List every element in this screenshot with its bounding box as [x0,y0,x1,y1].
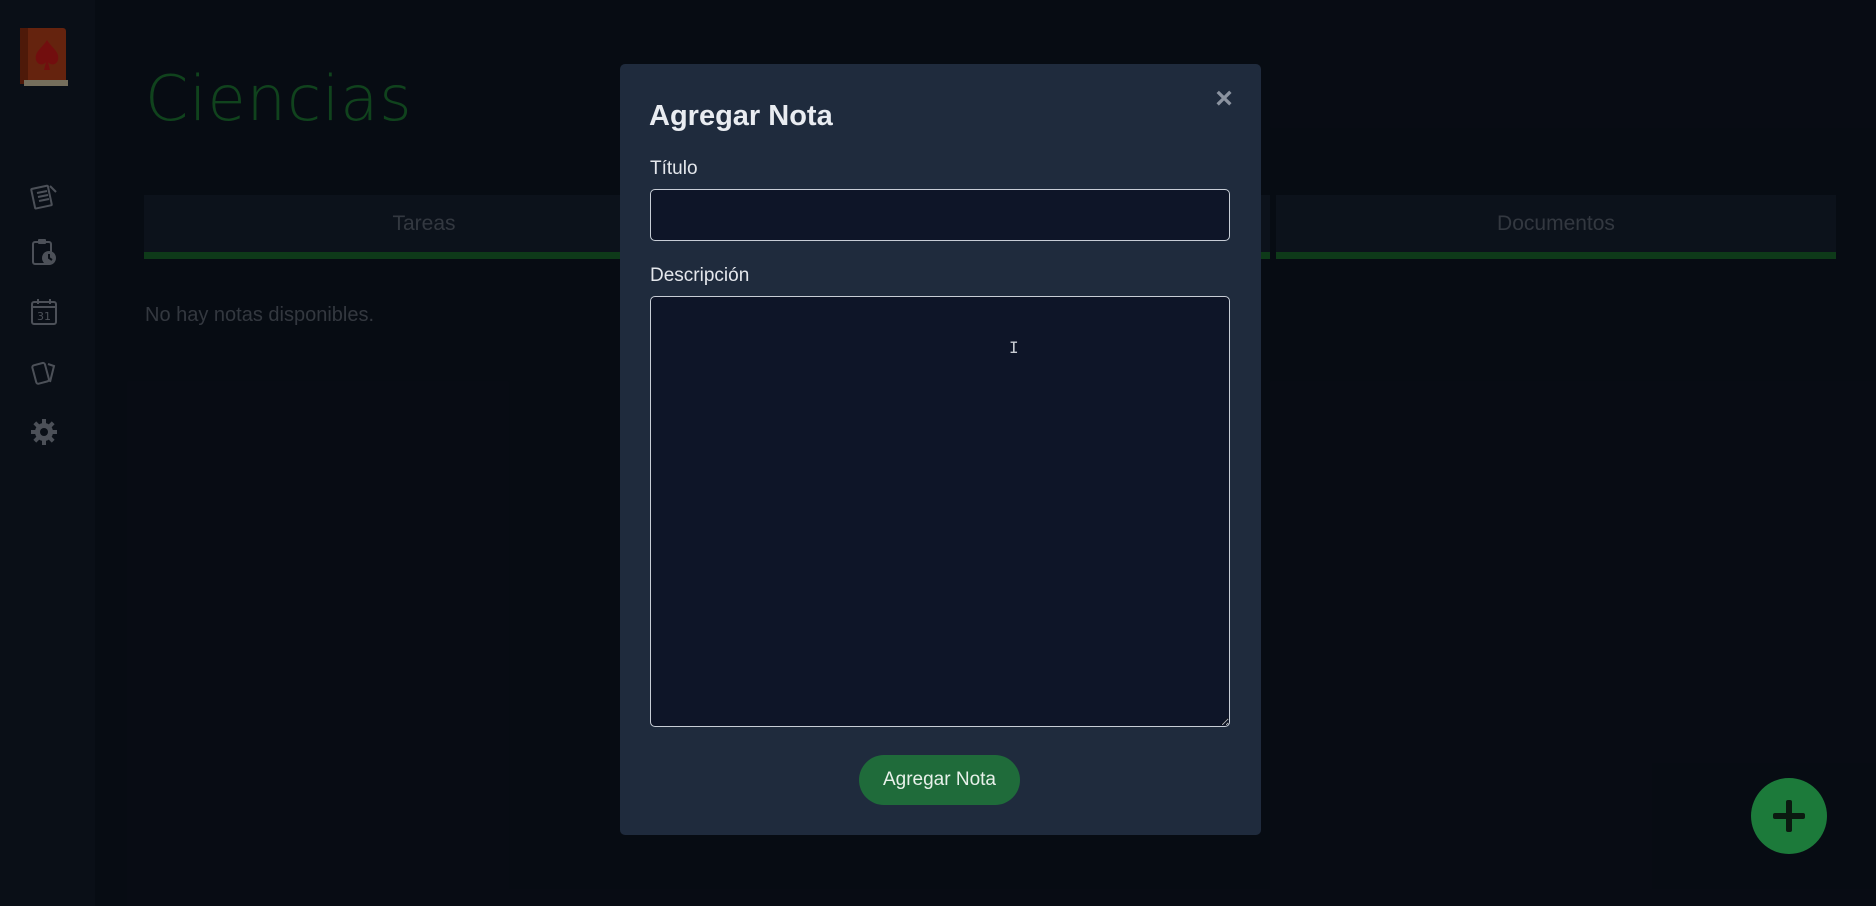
description-textarea[interactable] [650,296,1230,727]
text-cursor-icon: I [1009,338,1019,357]
add-fab-button[interactable] [1751,778,1827,854]
description-field-label: Descripción [650,265,750,286]
title-input[interactable] [650,189,1230,241]
close-icon: × [1215,82,1233,115]
add-note-modal: Agregar Nota × Título Descripción I Agre… [620,64,1261,835]
add-note-submit-button[interactable]: Agregar Nota [859,755,1020,805]
modal-title: Agregar Nota [649,100,833,132]
title-field-label: Título [650,158,698,179]
close-button[interactable]: × [1209,82,1239,115]
plus-icon [1773,800,1805,832]
